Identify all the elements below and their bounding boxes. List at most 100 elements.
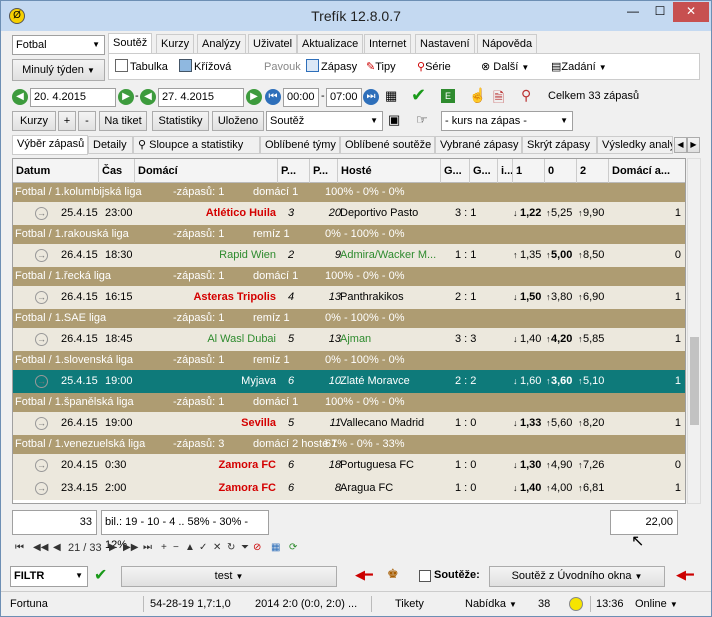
- col-2[interactable]: 2: [577, 159, 609, 183]
- subtab-vysledky[interactable]: Výsledky analý: [597, 136, 673, 154]
- table-row[interactable]: → 20.4.15 0:30 Zamora FC 6 18 Portuguesa FC 1 :…: [13, 454, 685, 477]
- row-arrow-icon[interactable]: →: [35, 249, 48, 262]
- tab-aktualizace[interactable]: Aktualizace: [297, 34, 364, 53]
- statistiky-button[interactable]: Statistiky: [152, 111, 209, 131]
- row-arrow-icon[interactable]: →: [35, 291, 48, 304]
- group-header[interactable]: Fotbal / 1.kolumbijská liga -zápasů: 1 dom…: [13, 183, 685, 202]
- krizova-button[interactable]: Křížová: [179, 59, 231, 75]
- col-g2[interactable]: G...: [470, 159, 498, 183]
- document-icon[interactable]: 🗎: [493, 87, 504, 111]
- nav-first-icon[interactable]: ⏮: [15, 542, 24, 553]
- plus-button[interactable]: +: [58, 111, 76, 131]
- nav-delete-icon[interactable]: −: [173, 542, 179, 553]
- ulozeno-button[interactable]: Uloženo: [212, 111, 264, 131]
- pavouk-button[interactable]: Pavouk: [264, 59, 301, 75]
- search-icon[interactable]: ⚲: [521, 87, 531, 104]
- calendar-icon[interactable]: ▦: [385, 88, 397, 104]
- table-row[interactable]: → 23.4.15 2:00 Zamora FC 6 8 Aragua FC 1 : 0 ↓ 1,…: [13, 477, 685, 500]
- tab-nastaveni[interactable]: Nastavení: [415, 34, 475, 53]
- nav-edit-icon[interactable]: ▲: [185, 542, 195, 553]
- group-header[interactable]: Fotbal / 1.španělská liga -zápasů: 1 domác…: [13, 393, 685, 412]
- nav-prev-icon[interactable]: ◀: [53, 542, 61, 553]
- souteze-checkbox[interactable]: [419, 570, 431, 582]
- table-row[interactable]: → 25.4.15 23:00 Atlético Huila 3 20 Deportivo …: [13, 202, 685, 225]
- subtab-skryt[interactable]: Skrýt zápasy: [522, 136, 597, 154]
- row-arrow-icon[interactable]: →: [35, 417, 48, 430]
- table-row[interactable]: → 26.4.15 19:00 Sevilla 5 11 Vallecano Madrid 1…: [13, 412, 685, 435]
- excel-icon[interactable]: E: [441, 89, 455, 103]
- tab-napoveda[interactable]: Nápověda: [477, 34, 538, 53]
- col-p1[interactable]: P...: [278, 159, 310, 183]
- next-date-icon[interactable]: ▶: [118, 89, 134, 105]
- nav-post-icon[interactable]: ✓: [199, 542, 207, 553]
- person-icon[interactable]: ♚: [387, 566, 399, 582]
- prev-date-icon[interactable]: ◀: [12, 89, 28, 105]
- subtab-oblibene-tymy[interactable]: Oblíbené týmy: [260, 136, 340, 154]
- grid-scrollbar[interactable]: [687, 158, 701, 504]
- col-cas[interactable]: Čas: [99, 159, 135, 183]
- group-header[interactable]: Fotbal / 1.řecká liga -zápasů: 1 domácí 1 1…: [13, 267, 685, 286]
- nav-filter-icon[interactable]: ⏷: [241, 542, 249, 553]
- nav-prev-page-icon[interactable]: ◀◀: [33, 542, 48, 553]
- col-1[interactable]: 1: [513, 159, 545, 183]
- nav-next-page-icon[interactable]: ▶▶: [123, 542, 138, 553]
- row-arrow-icon[interactable]: →: [35, 459, 48, 472]
- subtab-scroll-right[interactable]: ▶: [687, 137, 700, 153]
- tab-internet[interactable]: Internet: [364, 34, 412, 53]
- col-domaci-a[interactable]: Domácí a...: [609, 159, 685, 183]
- col-0[interactable]: 0: [545, 159, 577, 183]
- nav-next-icon[interactable]: ▶: [109, 542, 117, 553]
- arrow-left-icon-2[interactable]: ◀━: [676, 567, 694, 583]
- kurs-select[interactable]: - kurs na zápas - ▼: [441, 111, 573, 131]
- subtab-vyber[interactable]: Výběr zápasů: [12, 135, 88, 155]
- tab-analyzy[interactable]: Analýzy: [197, 34, 246, 53]
- nav-refresh-icon[interactable]: ↻: [227, 542, 235, 553]
- subtab-scroll-left[interactable]: ◀: [674, 137, 687, 153]
- tabulka-button[interactable]: Tabulka: [115, 59, 168, 75]
- date-to-field[interactable]: 27. 4.2015: [158, 88, 244, 107]
- zapasy-button[interactable]: Zápasy: [306, 59, 357, 75]
- soutez-select[interactable]: Soutěž ▼: [266, 111, 383, 131]
- row-arrow-icon[interactable]: →: [35, 207, 48, 220]
- scroll-thumb[interactable]: [690, 337, 699, 425]
- tipy-button[interactable]: ✎Tipy: [366, 59, 396, 75]
- col-hoste[interactable]: Hosté: [338, 159, 441, 183]
- next-date-to-icon[interactable]: ▶: [246, 89, 262, 105]
- col-i[interactable]: i...: [498, 159, 513, 183]
- row-arrow-icon[interactable]: →: [35, 333, 48, 346]
- close-button[interactable]: ✕: [673, 2, 709, 22]
- maximize-button[interactable]: ☐: [647, 2, 673, 22]
- serie-button[interactable]: ⚲Série: [417, 59, 451, 75]
- row-arrow-icon[interactable]: →: [35, 482, 48, 495]
- subtab-oblibene-souteze[interactable]: Oblíbené soutěže: [340, 136, 435, 154]
- test-button[interactable]: test ▼: [121, 566, 337, 587]
- tab-soutez[interactable]: Soutěž: [108, 33, 153, 54]
- subtab-detaily[interactable]: Detaily: [88, 136, 133, 154]
- period-button[interactable]: Minulý týden ▼: [12, 59, 105, 81]
- status-online[interactable]: Online ▼: [635, 596, 678, 613]
- nav-grid-icon[interactable]: ▦: [271, 542, 280, 553]
- tab-kurzy[interactable]: Kurzy: [156, 34, 195, 53]
- group-header[interactable]: Fotbal / 1.slovenská liga -zápasů: 1 remíz…: [13, 351, 685, 370]
- table-row[interactable]: → 26.4.15 18:45 Al Wasl Dubai 5 13 Ajman 3 : 3 ↓…: [13, 328, 685, 351]
- checkmark-icon[interactable]: ✔: [411, 85, 426, 106]
- nav-last-icon[interactable]: ⏭: [143, 542, 152, 553]
- dalsi-button[interactable]: ⊗ Další ▼: [481, 59, 529, 76]
- group-header[interactable]: Fotbal / 1.venezuelská liga -zápasů: 3 dom…: [13, 435, 685, 454]
- minimize-button[interactable]: —: [619, 2, 647, 22]
- subtab-sloupce[interactable]: ⚲ Sloupce a statistiky: [133, 136, 260, 154]
- nav-add-icon[interactable]: +: [161, 542, 167, 553]
- prev-date-to-icon[interactable]: ◀: [140, 89, 156, 105]
- na-tiket-button[interactable]: Na tiket: [99, 111, 147, 131]
- row-arrow-icon[interactable]: →: [35, 375, 48, 388]
- minus-button[interactable]: -: [78, 111, 96, 131]
- group-header[interactable]: Fotbal / 1.rakouská liga -zápasů: 1 remíz …: [13, 225, 685, 244]
- export-icon[interactable]: ▣: [388, 112, 400, 128]
- time-reset-icon[interactable]: ⏮: [265, 89, 281, 105]
- subtab-vybrane[interactable]: Vybrané zápasy: [435, 136, 522, 154]
- arrow-left-icon[interactable]: ◀━: [355, 567, 373, 583]
- kurzy-button[interactable]: Kurzy: [12, 111, 56, 131]
- table-row[interactable]: → 26.4.15 18:30 Rapid Wien 2 9 Admira/Wacker M…: [13, 244, 685, 267]
- sport-select[interactable]: Fotbal ▼: [12, 35, 105, 55]
- hand-icon[interactable]: ☝: [469, 87, 486, 104]
